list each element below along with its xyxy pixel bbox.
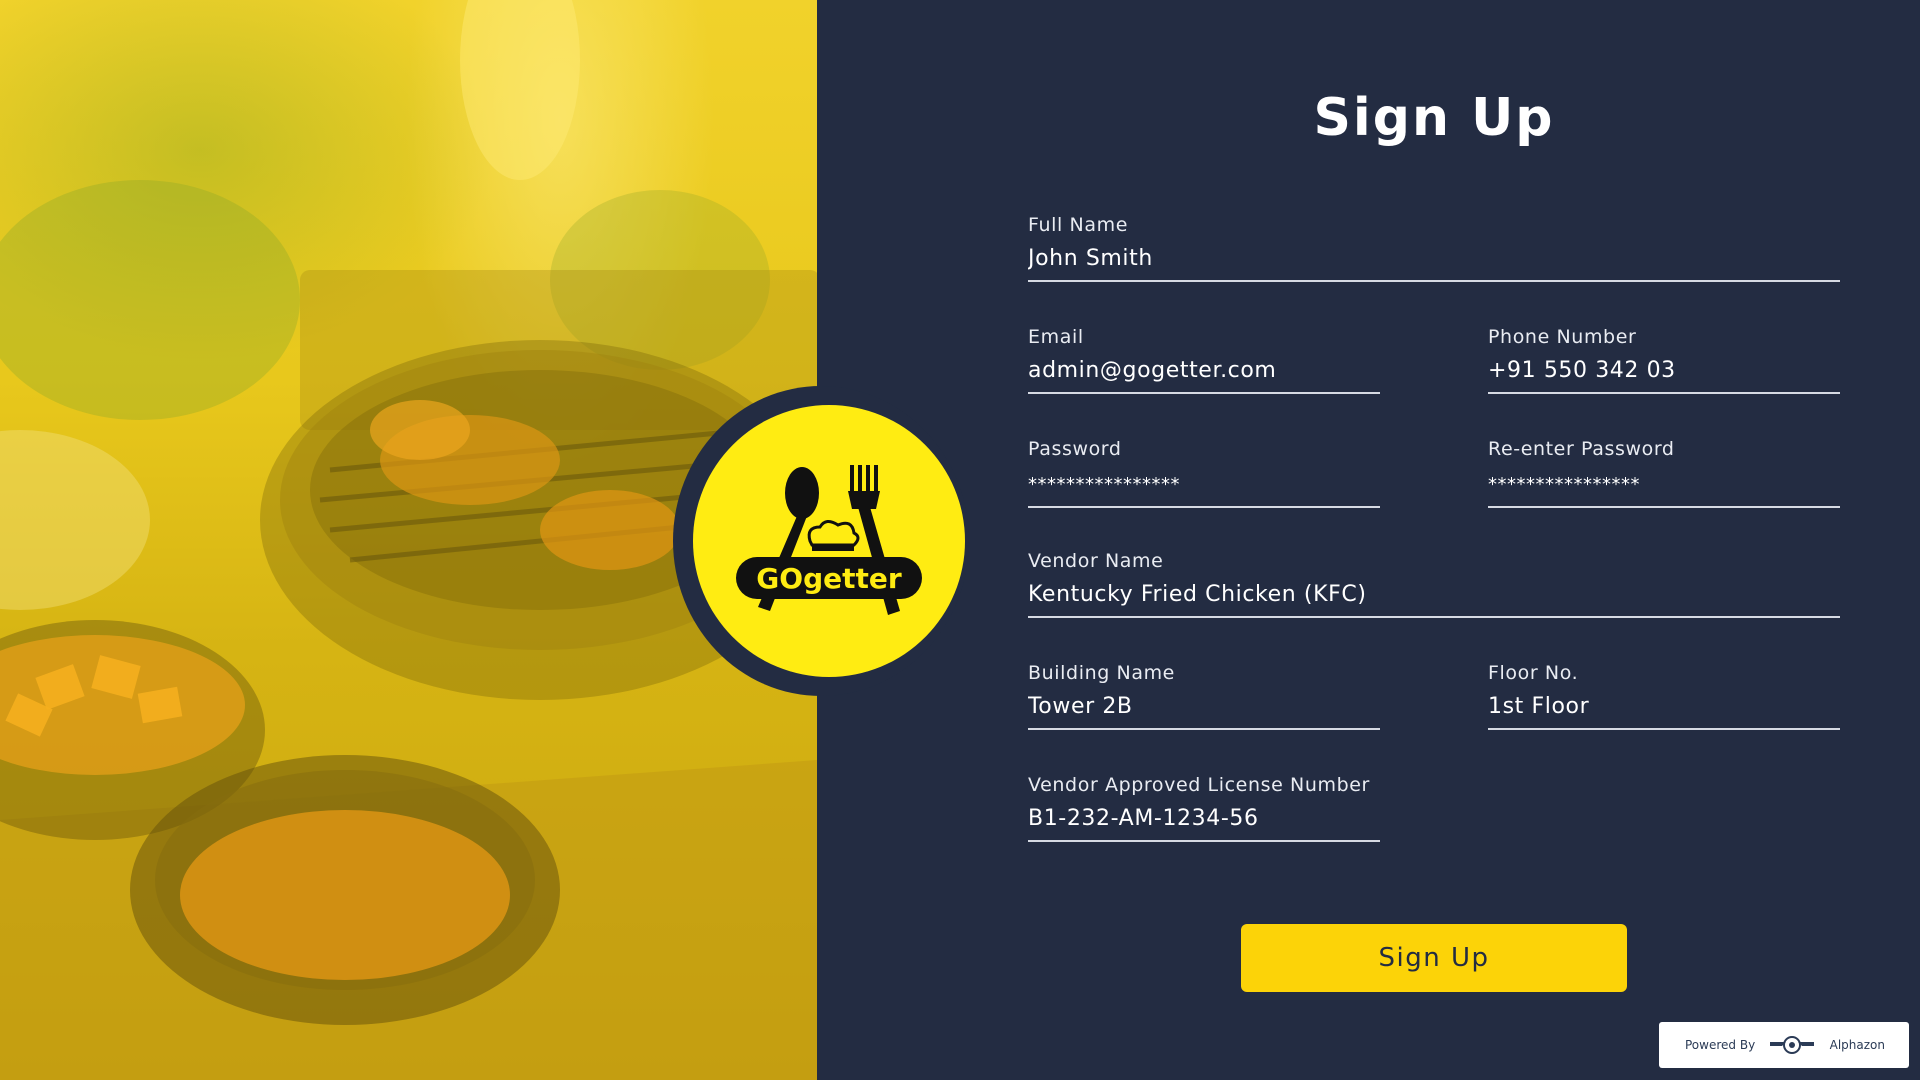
- license-number-input[interactable]: B1-232-AM-1234-56: [1028, 806, 1380, 842]
- company-name: Alphazon: [1829, 1038, 1885, 1052]
- alphazon-wing-icon: [1768, 1034, 1816, 1056]
- license-number-label: Vendor Approved License Number: [1028, 774, 1370, 796]
- cutlery-chef-hat-icon: GOgetter: [736, 465, 922, 615]
- email-label: Email: [1028, 326, 1084, 348]
- phone-field[interactable]: Phone Number +91 550 342 03: [1488, 326, 1840, 394]
- full-name-label: Full Name: [1028, 214, 1128, 236]
- signup-page: GOgetter Sign Up Full Name John Smith Em…: [0, 0, 1920, 1080]
- floor-no-input[interactable]: 1st Floor: [1488, 694, 1840, 730]
- reenter-password-label: Re-enter Password: [1488, 438, 1675, 460]
- building-name-label: Building Name: [1028, 662, 1175, 684]
- password-label: Password: [1028, 438, 1122, 460]
- vendor-name-field[interactable]: Vendor Name Kentucky Fried Chicken (KFC): [1028, 550, 1840, 618]
- sign-up-button[interactable]: Sign Up: [1241, 924, 1627, 992]
- gogetter-logo: GOgetter: [693, 405, 965, 677]
- email-field[interactable]: Email admin@gogetter.com: [1028, 326, 1380, 394]
- logo-text: GOgetter: [756, 562, 902, 595]
- vendor-name-label: Vendor Name: [1028, 550, 1164, 572]
- building-name-field[interactable]: Building Name Tower 2B: [1028, 662, 1380, 730]
- powered-by-badge[interactable]: Powered By Alphazon: [1659, 1022, 1909, 1068]
- phone-label: Phone Number: [1488, 326, 1637, 348]
- floor-no-field[interactable]: Floor No. 1st Floor: [1488, 662, 1840, 730]
- form-panel: [817, 0, 1920, 1080]
- full-name-input[interactable]: John Smith: [1028, 246, 1840, 282]
- floor-no-label: Floor No.: [1488, 662, 1579, 684]
- license-number-field[interactable]: Vendor Approved License Number B1-232-AM…: [1028, 774, 1380, 842]
- vendor-name-input[interactable]: Kentucky Fried Chicken (KFC): [1028, 582, 1840, 618]
- page-title: Sign Up: [1313, 88, 1555, 148]
- reenter-password-input[interactable]: ****************: [1488, 470, 1840, 508]
- full-name-field[interactable]: Full Name John Smith: [1028, 214, 1840, 282]
- phone-input[interactable]: +91 550 342 03: [1488, 358, 1840, 394]
- password-field[interactable]: Password ****************: [1028, 438, 1380, 508]
- email-input[interactable]: admin@gogetter.com: [1028, 358, 1380, 394]
- password-input[interactable]: ****************: [1028, 470, 1380, 508]
- powered-by-label: Powered By: [1685, 1038, 1756, 1052]
- building-name-input[interactable]: Tower 2B: [1028, 694, 1380, 730]
- reenter-password-field[interactable]: Re-enter Password ****************: [1488, 438, 1840, 508]
